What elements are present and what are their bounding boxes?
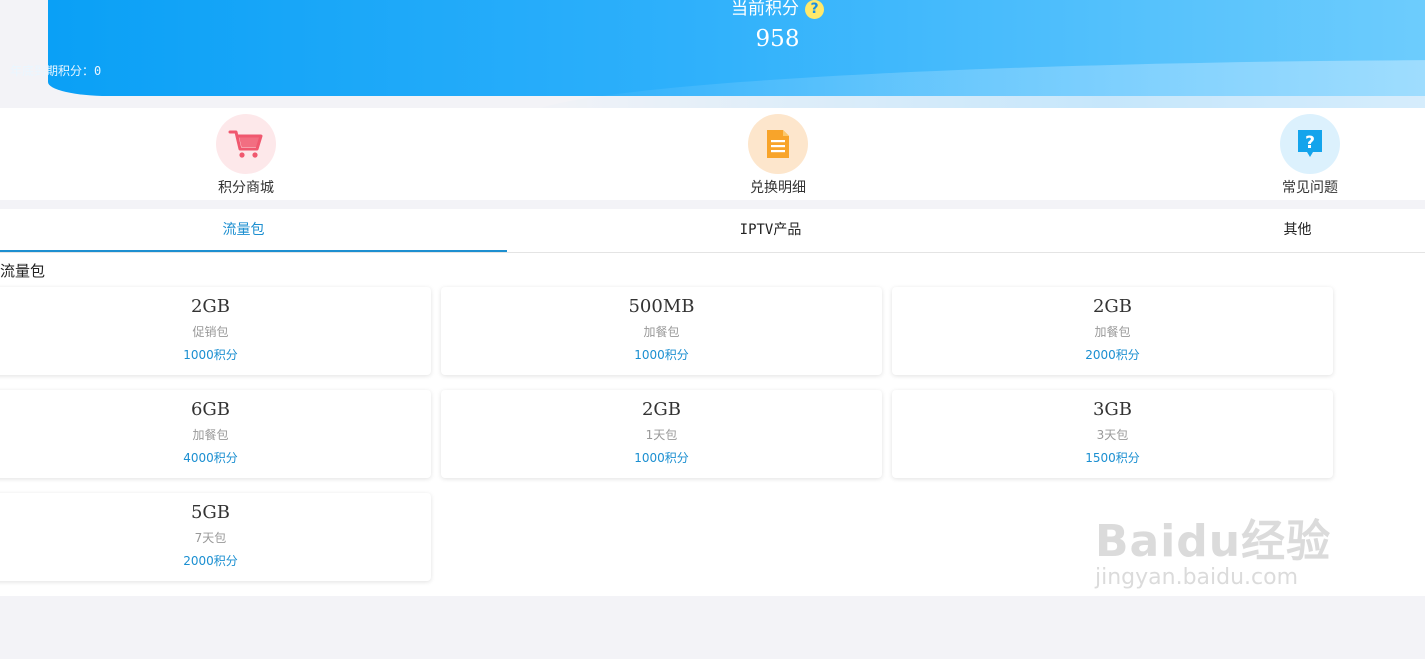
card-type: 1天包: [645, 428, 678, 442]
product-card[interactable]: 3GB 3天包 1500积分: [892, 390, 1333, 478]
section-title: 流量包: [0, 262, 46, 280]
product-card[interactable]: 2GB 促销包 1000积分: [0, 287, 431, 375]
cart-icon: [216, 114, 276, 174]
question-icon: ?: [1280, 114, 1340, 174]
menu-item-label: 积分商城: [218, 180, 274, 196]
card-type: 加餐包: [1094, 325, 1131, 339]
card-type: 7天包: [194, 531, 227, 545]
category-tabs: 流量包 IPTV产品 其他: [0, 209, 1425, 253]
tab-other[interactable]: 其他: [1170, 209, 1425, 252]
product-card[interactable]: 500MB 加餐包 1000积分: [441, 287, 882, 375]
help-icon[interactable]: ?: [805, 0, 824, 19]
menu-item-label: 常见问题: [1282, 180, 1338, 196]
watermark-url: jingyan.baidu.com: [1095, 565, 1299, 590]
tab-iptv[interactable]: IPTV产品: [533, 209, 1008, 252]
card-size: 2GB: [1092, 296, 1133, 317]
tab-active-indicator: [0, 250, 507, 252]
svg-text:?: ?: [1305, 133, 1315, 153]
card-points: 1000积分: [183, 348, 238, 362]
product-card[interactable]: 6GB 加餐包 4000积分: [0, 390, 431, 478]
menu-item-label: 兑换明细: [750, 180, 806, 196]
card-size: 2GB: [190, 296, 231, 317]
menu-item-exchange-details[interactable]: 兑换明细: [718, 114, 838, 197]
points-value: 958: [755, 26, 800, 52]
menu-item-faq[interactable]: ? 常见问题: [1250, 114, 1370, 197]
card-type: 加餐包: [192, 428, 229, 442]
card-points: 2000积分: [183, 554, 238, 568]
card-points: 1000积分: [634, 451, 689, 465]
expire-points-label: 年底到期积分：0: [10, 64, 102, 78]
card-size: 6GB: [190, 399, 231, 420]
card-points: 2000积分: [1085, 348, 1140, 362]
menu-item-mall[interactable]: 积分商城: [186, 114, 306, 197]
card-type: 促销包: [192, 325, 229, 339]
quick-menu: 积分商城 兑换明细 ? 常见问题: [0, 108, 1425, 200]
document-icon: [748, 114, 808, 174]
tab-data-package[interactable]: 流量包: [0, 209, 487, 252]
card-points: 1500积分: [1085, 451, 1140, 465]
points-title-label: 当前积分: [731, 0, 799, 19]
card-size: 2GB: [641, 399, 682, 420]
card-size: 500MB: [628, 296, 695, 317]
card-type: 加餐包: [643, 325, 680, 339]
card-size: 5GB: [190, 502, 231, 523]
points-title: 当前积分?: [0, 0, 1425, 19]
watermark-logo: Baidu经验: [1095, 516, 1332, 567]
product-card[interactable]: 2GB 加餐包 2000积分: [892, 287, 1333, 375]
card-type: 3天包: [1096, 428, 1129, 442]
product-card[interactable]: 2GB 1天包 1000积分: [441, 390, 882, 478]
card-size: 3GB: [1092, 399, 1133, 420]
card-points: 4000积分: [183, 451, 238, 465]
card-points: 1000积分: [634, 348, 689, 362]
points-header: 当前积分? 958 年底到期积分：0: [0, 0, 1425, 108]
product-card[interactable]: 5GB 7天包 2000积分: [0, 493, 431, 581]
baidu-watermark: Baidu经验 jingyan.baidu.com: [1095, 505, 1331, 590]
